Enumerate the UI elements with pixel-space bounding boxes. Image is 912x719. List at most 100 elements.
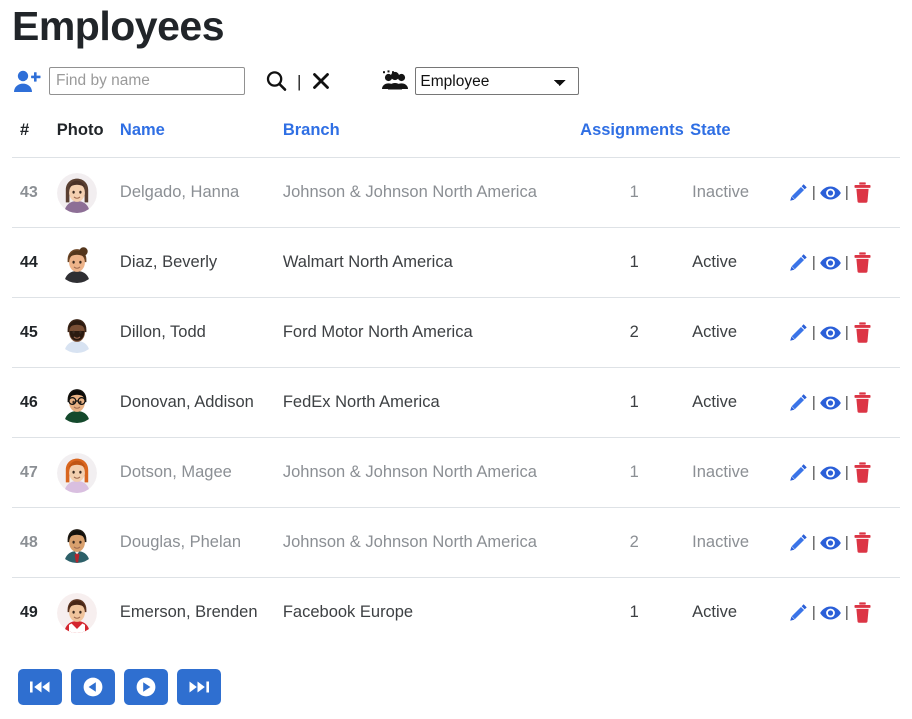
delete-icon[interactable] [852, 461, 873, 484]
column-header-name[interactable]: Name [119, 121, 283, 158]
cell-photo [56, 297, 120, 368]
toolbar: | Emp [12, 55, 900, 107]
edit-icon[interactable] [788, 392, 809, 413]
view-icon[interactable] [819, 323, 842, 343]
add-user-button[interactable] [12, 68, 42, 94]
edit-icon[interactable] [788, 602, 809, 623]
edit-icon[interactable] [788, 532, 809, 553]
delete-icon[interactable] [852, 181, 873, 204]
cell-branch: Johnson & Johnson North America [282, 157, 579, 228]
cell-assignments: 2 [578, 297, 691, 368]
action-separator: | [811, 324, 816, 341]
table-row[interactable]: 47 Dotson, Magee Johnson & Johnson North A… [12, 437, 900, 508]
delete-icon[interactable] [852, 531, 873, 554]
cell-actions: | | [787, 227, 900, 298]
table-row[interactable]: 43 Delgado, Hanna Johnson & Johnson North … [12, 157, 900, 228]
action-separator: | [844, 254, 849, 271]
action-separator: | [844, 394, 849, 411]
toolbar-separator: | [297, 71, 302, 91]
delete-icon[interactable] [852, 251, 873, 274]
cell-branch: Johnson & Johnson North America [282, 437, 579, 508]
cell-actions: | | [787, 507, 900, 578]
avatar [56, 242, 97, 283]
cell-row-number: 43 [12, 157, 57, 228]
row-action-group: | | [788, 461, 900, 484]
view-icon[interactable] [819, 533, 842, 553]
avatar [56, 592, 97, 633]
search-input[interactable] [49, 67, 245, 95]
table-row[interactable]: 48 Douglas, Phelan Johnson & Johnson North… [12, 507, 900, 578]
row-action-group: | | [788, 181, 900, 204]
row-action-group: | | [788, 531, 900, 554]
first-page-button[interactable] [18, 669, 62, 705]
cell-assignments: 1 [578, 437, 691, 508]
edit-icon[interactable] [788, 252, 809, 273]
view-icon[interactable] [819, 183, 842, 203]
cell-branch: FedEx North America [282, 367, 579, 438]
view-icon[interactable] [819, 253, 842, 273]
row-action-group: | | [788, 391, 900, 414]
cell-name: Dotson, Magee [119, 437, 283, 508]
column-header-assignments[interactable]: Assignments [578, 121, 691, 158]
view-icon[interactable] [819, 603, 842, 623]
cell-assignments: 1 [578, 367, 691, 438]
cell-name: Donovan, Addison [119, 367, 283, 438]
delete-icon[interactable] [852, 321, 873, 344]
action-separator: | [811, 394, 816, 411]
avatar [56, 522, 97, 563]
cell-row-number: 49 [20, 603, 38, 621]
action-separator: | [811, 184, 816, 201]
cell-branch: Ford Motor North America [282, 297, 579, 368]
action-separator: | [844, 324, 849, 341]
cell-photo [56, 157, 120, 228]
cell-state: Inactive [690, 157, 788, 228]
table-head: # Photo Name Branch Assignments State [12, 121, 900, 158]
cell-state: Inactive [690, 507, 788, 578]
cell-photo [56, 367, 120, 438]
avatar [56, 172, 97, 213]
cell-name: Douglas, Phelan [119, 507, 283, 578]
next-page-button[interactable] [124, 669, 168, 705]
search-button[interactable] [261, 67, 291, 95]
row-action-group: | | [788, 601, 900, 624]
cell-row-number: 48 [12, 507, 57, 578]
table-row[interactable]: 49 Emerson, Brenden Facebook Europe 1 Active… [12, 578, 900, 648]
cell-state: Active [690, 367, 788, 438]
previous-page-button[interactable] [71, 669, 115, 705]
delete-icon[interactable] [852, 601, 873, 624]
pagination [12, 669, 900, 705]
avatar [56, 382, 97, 423]
cell-actions: | | [787, 297, 900, 368]
row-action-group: | | [788, 251, 900, 274]
action-separator: | [811, 534, 816, 551]
column-header-branch[interactable]: Branch [282, 121, 579, 158]
view-icon[interactable] [819, 463, 842, 483]
clear-search-button[interactable] [309, 68, 333, 94]
table-row[interactable]: 45 Dillon, Todd Ford Motor North America 2 A… [12, 297, 900, 368]
view-icon[interactable] [819, 393, 842, 413]
avatar [56, 452, 97, 493]
action-separator: | [844, 604, 849, 621]
delete-icon[interactable] [852, 391, 873, 414]
row-action-group: | | [788, 321, 900, 344]
role-select[interactable]: Employee [415, 67, 580, 95]
edit-icon[interactable] [788, 182, 809, 203]
cell-actions: | | [787, 437, 900, 508]
cell-actions: | | [788, 578, 900, 648]
cell-name: Dillon, Todd [119, 297, 283, 368]
table-row[interactable]: 44 Diaz, Beverly Walmart North America 1 Act… [12, 227, 900, 298]
cell-row-number: 47 [12, 437, 57, 508]
action-separator: | [844, 464, 849, 481]
cell-state: Active [692, 603, 738, 621]
last-page-button[interactable] [177, 669, 221, 705]
cell-name: Delgado, Hanna [119, 157, 283, 228]
cell-actions: | | [787, 157, 900, 228]
cell-assignments: 2 [578, 507, 691, 578]
edit-icon[interactable] [788, 322, 809, 343]
table-row[interactable]: 46 Donovan, Addison FedEx North America 1 Ac… [12, 367, 900, 438]
cell-branch: Walmart North America [282, 227, 579, 298]
cell-state: Active [690, 227, 788, 298]
column-header-state[interactable]: State [690, 121, 788, 158]
edit-icon[interactable] [788, 462, 809, 483]
table-body: 43 Delgado, Hanna Johnson & Johnson North … [12, 157, 900, 648]
